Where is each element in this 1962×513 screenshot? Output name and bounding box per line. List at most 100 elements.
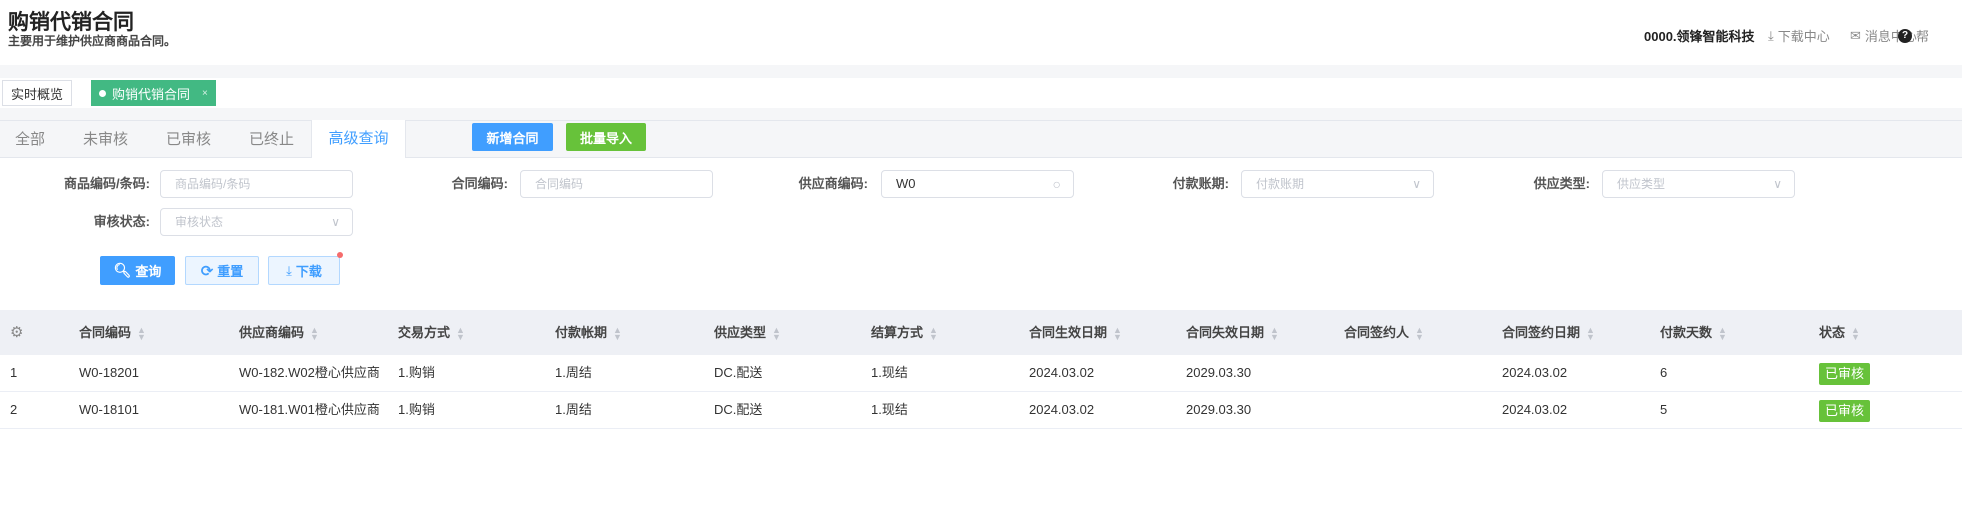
search-icon: 🔍︎ [113,262,132,278]
supplier-code-input[interactable]: W0 ○ [881,170,1074,198]
search-icon[interactable]: ○ [1053,171,1061,197]
column-header[interactable]: 结算方式 ▲ ▼ [871,310,938,355]
sort-icon[interactable]: ▲ ▼ [137,325,146,341]
tag-label: 购销代销合同 [112,86,191,102]
table-cell: 2024.03.02 [1029,402,1095,417]
product-code-label: 商品编码/条码: [64,176,150,191]
column-header[interactable]: 合同生效日期 ▲ ▼ [1029,310,1122,355]
sort-icon[interactable]: ▲ ▼ [1586,325,1595,341]
sort-icon[interactable]: ▲ ▼ [1718,325,1727,341]
tab-advanced-search[interactable]: 高级查询 [311,120,406,158]
company-name[interactable]: 0000.领锋智能科技 [1644,26,1755,45]
tab-unaudited[interactable]: 未审核 [83,121,128,158]
sort-icon[interactable]: ▲ ▼ [1270,325,1279,341]
column-header-label: 合同签约日期 [1502,325,1581,340]
sort-icon[interactable]: ▲ ▼ [929,325,938,341]
download-icon: ⤓ [286,262,292,278]
column-header[interactable]: 供应类型 ▲ ▼ [714,310,781,355]
column-header[interactable]: 交易方式 ▲ ▼ [398,310,465,355]
tag-realtime-overview[interactable]: 实时概览 [2,80,73,106]
table-cell: DC.配送 [714,365,763,380]
table-cell: 1.现结 [871,365,908,380]
table-header: ⚙ 合同编码 ▲ ▼ 供应商编码 ▲ ▼ 交易方式 ▲ ▼ 付款帐期 ▲ ▼ 供应类型 ▲ ▼ 结算方式 ▲ ▼ 合… [0,310,1962,355]
page-subtitle: 主要用于维护供应商商品合同。 [8,34,177,48]
contract-code-input[interactable]: 合同编码 [520,170,713,198]
table-cell: 2024.03.02 [1502,402,1568,417]
sort-icon[interactable]: ▲ ▼ [456,325,465,341]
table-row[interactable]: 2 W0-18101 W0-181.W01橙心供应商 1.购销 1.周结 DC.配送 1.现… [0,392,1962,429]
table-cell: 2024.03.02 [1502,365,1568,380]
audit-status-label: 审核状态: [93,214,150,229]
column-header-label: 合同生效日期 [1029,325,1108,340]
column-header[interactable]: 合同签约日期 ▲ ▼ [1502,310,1595,355]
reset-button[interactable]: ⟳ 重置 [185,256,259,285]
column-header-label: 供应类型 [714,325,767,340]
table-cell: 5 [1660,402,1668,417]
chevron-down-icon: ∨ [1773,177,1782,191]
column-header[interactable]: 合同失效日期 ▲ ▼ [1186,310,1279,355]
notification-dot [337,252,343,258]
sort-icon[interactable]: ▲ ▼ [613,325,622,341]
payment-term-select[interactable]: 付款账期 ∨ [1241,170,1434,198]
column-header[interactable]: 合同编码 ▲ ▼ [79,310,146,355]
column-header[interactable]: 合同签约人 ▲ ▼ [1344,310,1424,355]
help-link[interactable]: ? 帮 [1898,26,1929,45]
download-button[interactable]: ⤓ 下载 [268,256,340,285]
table-cell: 1.现结 [871,402,908,417]
table-cell: 1.购销 [398,365,435,380]
active-dot-icon [99,89,106,97]
table-cell: 1.购销 [398,402,435,417]
tag-contracts[interactable]: 购销代销合同 × [91,80,216,106]
table-cell: DC.配送 [714,402,763,417]
mail-icon: ✉ [1850,27,1861,43]
column-header-label: 结算方式 [871,325,924,340]
audit-status-select[interactable]: 审核状态 ∨ [160,208,353,236]
audit-status-placeholder: 审核状态 [175,215,224,229]
sort-icon[interactable]: ▲ ▼ [772,325,781,341]
column-header-label: 付款帐期 [555,325,608,340]
add-contract-button[interactable]: 新增合同 [472,123,553,151]
tab-terminated[interactable]: 已终止 [249,121,294,158]
search-button[interactable]: 🔍︎ 查询 [100,256,175,285]
product-code-input[interactable]: 商品编码/条码 [160,170,353,198]
refresh-icon: ⟳ [200,262,214,280]
sort-icon[interactable]: ▲ ▼ [1415,325,1424,341]
column-settings-gear-icon[interactable]: ⚙ [10,310,23,355]
table-cell: 1.周结 [555,402,592,417]
divider [0,65,1962,78]
sort-icon[interactable]: ▲ ▼ [1851,325,1860,341]
payment-term-placeholder: 付款账期 [1256,177,1305,191]
close-icon[interactable]: × [202,88,208,99]
table-row[interactable]: 1 W0-18201 W0-182.W02橙心供应商 1.购销 1.周结 DC.配送 1.现… [0,355,1962,392]
column-header[interactable]: 付款天数 ▲ ▼ [1660,310,1727,355]
column-header-label: 合同失效日期 [1186,325,1265,340]
reset-label: 重置 [217,264,244,279]
table-cell: 2 [10,402,18,417]
table-cell: 2024.03.02 [1029,365,1095,380]
column-header[interactable]: 供应商编码 ▲ ▼ [239,310,319,355]
supply-type-placeholder: 供应类型 [1617,177,1666,191]
column-header[interactable]: 状态 ▲ ▼ [1819,310,1860,355]
table-cell: 1.周结 [555,365,592,380]
payment-term-label: 付款账期: [1172,176,1229,191]
tag-bar: 实时概览 购销代销合同 × [0,78,1962,108]
download-center-link[interactable]: ⤓ 下载中心 [1768,26,1830,45]
status-badge: 已审核 [1819,400,1871,422]
sort-icon[interactable]: ▲ ▼ [1113,325,1122,341]
tab-all[interactable]: 全部 [15,121,45,158]
supply-type-label: 供应类型: [1533,176,1590,191]
help-label: 帮 [1916,29,1930,44]
help-icon: ? [1898,28,1912,43]
search-label: 查询 [135,264,162,279]
column-header[interactable]: 付款帐期 ▲ ▼ [555,310,622,355]
divider [0,108,1962,120]
table-cell: 6 [1660,365,1668,380]
table-cell: W0-182.W02橙心供应商 [239,365,380,380]
table-cell: 2029.03.30 [1186,365,1252,380]
tab-audited[interactable]: 已审核 [166,121,211,158]
supplier-code-value: W0 [896,176,916,191]
batch-import-button[interactable]: 批量导入 [566,123,646,151]
supply-type-select[interactable]: 供应类型 ∨ [1602,170,1795,198]
sort-icon[interactable]: ▲ ▼ [310,325,319,341]
table-cell: 2029.03.30 [1186,402,1252,417]
